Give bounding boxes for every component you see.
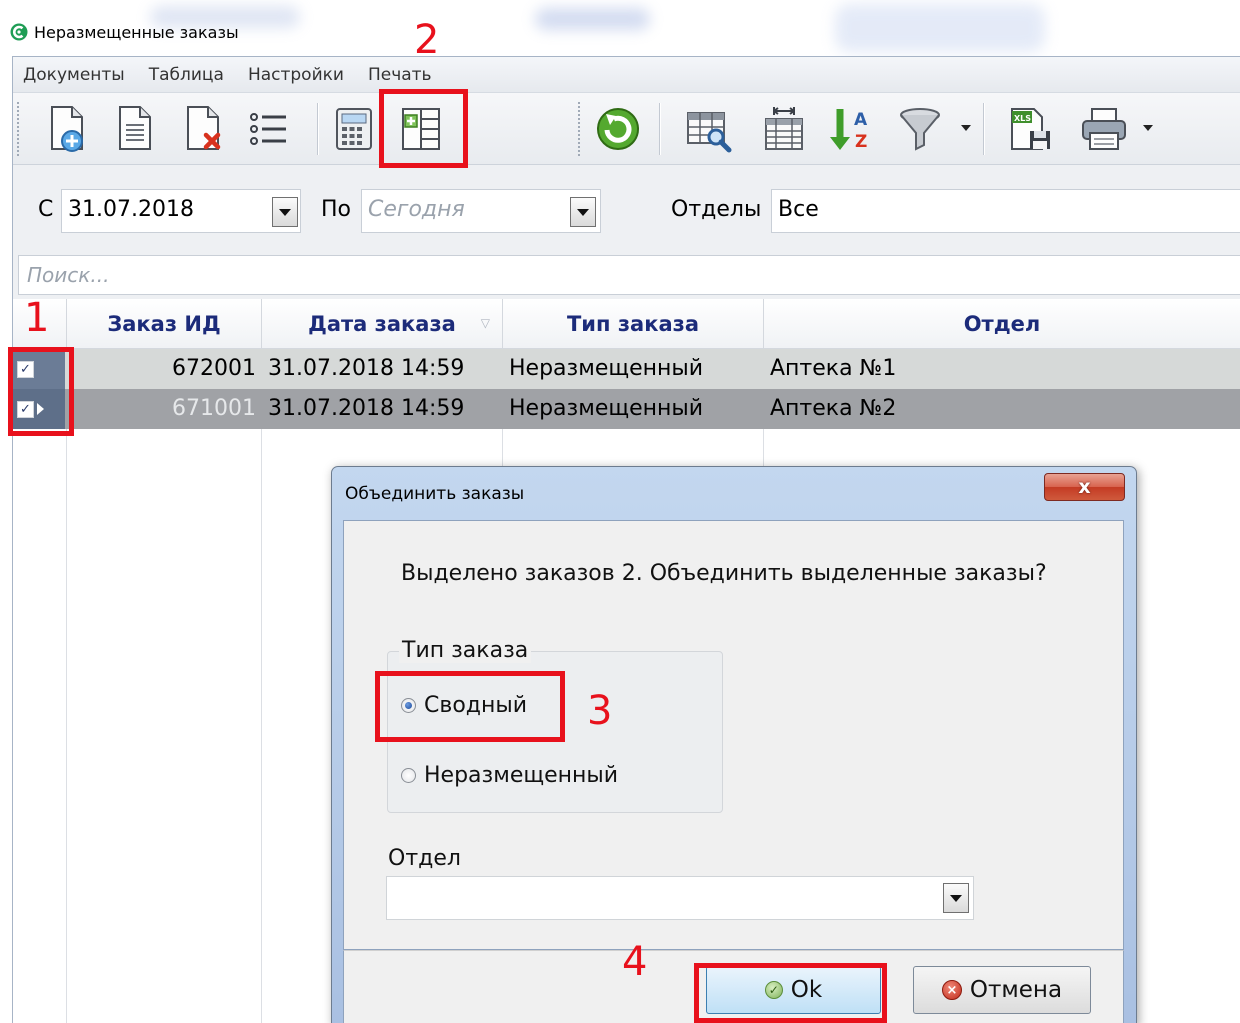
print-icon xyxy=(1082,108,1126,150)
cancel-icon: × xyxy=(941,980,962,1000)
dialog-title: Объединить заказы xyxy=(345,484,525,504)
annotation-number-4: 4 xyxy=(622,939,648,985)
order-type-group-label: Тип заказа xyxy=(399,638,532,663)
new-document-button[interactable] xyxy=(39,99,97,159)
delete-document-button[interactable] xyxy=(175,99,233,159)
date-from-field[interactable]: 31.07.2018 xyxy=(61,189,301,233)
background-blur xyxy=(835,4,1045,52)
departments-label: Отделы xyxy=(671,197,762,222)
column-width-button[interactable] xyxy=(755,99,813,159)
svg-text:Z: Z xyxy=(855,132,867,152)
order-id-cell: 671001 xyxy=(172,396,256,421)
date-to-field[interactable]: Сегодня xyxy=(361,189,601,233)
svg-text:A: A xyxy=(854,110,868,130)
background-blur xyxy=(535,8,650,30)
sort-az-icon: A Z xyxy=(830,109,868,152)
date-to-label: По xyxy=(321,197,352,222)
new-document-icon xyxy=(51,106,83,152)
calculator-button[interactable] xyxy=(325,99,383,159)
annotation-number-1: 1 xyxy=(24,295,50,341)
department-label: Отдел xyxy=(388,846,461,871)
date-from-dropdown[interactable] xyxy=(272,197,298,227)
toolbar-grip[interactable] xyxy=(16,101,20,157)
column-header-department[interactable]: Отдел xyxy=(764,299,1240,349)
export-xls-button[interactable]: XLS xyxy=(1001,99,1059,159)
filter-dropdown-icon[interactable] xyxy=(961,123,971,133)
toolbar-grip[interactable] xyxy=(577,101,581,157)
order-date-cell: 31.07.2018 14:59 xyxy=(268,396,465,421)
title-bar: Неразмещенные заказы xyxy=(10,18,239,46)
column-header-label: Отдел xyxy=(963,311,1041,336)
departments-field[interactable]: Все xyxy=(771,189,1240,233)
annotation-box-1 xyxy=(8,347,74,436)
column-header-label: Дата заказа xyxy=(308,311,456,336)
radio-option-unplaced[interactable]: Неразмещенный xyxy=(401,763,618,788)
column-header-order-date[interactable]: Дата заказа ▽ xyxy=(262,299,503,349)
menu-settings[interactable]: Настройки xyxy=(248,65,344,85)
title-area: Неразмещенные заказы xyxy=(0,0,1240,56)
radio-label: Неразмещенный xyxy=(424,763,619,788)
window-title: Неразмещенные заказы xyxy=(34,22,239,42)
column-header-label: Заказ ИД xyxy=(107,311,221,336)
close-button[interactable]: x xyxy=(1044,473,1125,501)
calculator-icon xyxy=(336,108,372,150)
export-xls-icon: XLS xyxy=(1011,108,1050,150)
department-select[interactable] xyxy=(386,876,974,920)
annotation-number-3: 3 xyxy=(587,688,613,734)
annotation-box-3 xyxy=(375,671,565,742)
filter-bar: С 31.07.2018 По Сегодня Отделы Все xyxy=(13,165,1240,243)
toolbar-separator xyxy=(659,103,661,155)
menu-table[interactable]: Таблица xyxy=(149,65,224,85)
search-input[interactable]: Поиск... xyxy=(18,255,1240,295)
delete-document-icon xyxy=(187,106,221,150)
cancel-button-label: Отмена xyxy=(969,977,1063,1003)
toolbar-separator xyxy=(317,103,319,155)
order-date-cell: 31.07.2018 14:59 xyxy=(268,356,465,381)
table-row[interactable]: ✓ 672001 31.07.2018 14:59 Неразмещенный … xyxy=(13,349,1240,389)
refresh-button[interactable] xyxy=(589,99,647,159)
list-icon xyxy=(250,113,286,145)
column-header-label: Тип заказа xyxy=(566,311,700,336)
menu-bar: Документы Таблица Настройки Печать xyxy=(13,57,1240,92)
list-button[interactable] xyxy=(239,99,297,159)
department-cell: Аптека №1 xyxy=(770,356,897,381)
department-dropdown[interactable] xyxy=(943,883,969,913)
document-icon xyxy=(119,106,151,150)
radio-button[interactable] xyxy=(401,768,416,783)
menu-print[interactable]: Печать xyxy=(368,65,432,85)
column-header-order-type[interactable]: Тип заказа xyxy=(503,299,764,349)
order-type-cell: Неразмещенный xyxy=(509,396,704,421)
toolbar: A Z XLS xyxy=(13,92,1240,165)
merge-orders-dialog: Объединить заказы x Выделено заказов 2. … xyxy=(331,466,1137,1023)
print-button[interactable] xyxy=(1075,99,1133,159)
filter-button[interactable] xyxy=(891,99,949,159)
table-row[interactable]: ✓ 671001 31.07.2018 14:59 Неразмещенный … xyxy=(13,389,1240,429)
date-from-label: С xyxy=(38,197,54,222)
table-search-icon xyxy=(687,112,732,153)
annotation-number-2: 2 xyxy=(414,17,440,63)
menu-documents[interactable]: Документы xyxy=(23,65,125,85)
xls-label: XLS xyxy=(1014,114,1031,123)
column-header-order-id[interactable]: Заказ ИД xyxy=(67,299,262,349)
annotation-box-2 xyxy=(379,89,468,168)
date-to-dropdown[interactable] xyxy=(570,197,596,227)
dialog-message: Выделено заказов 2. Объединить выделенны… xyxy=(401,561,1047,586)
close-icon: x xyxy=(1078,476,1091,498)
annotation-box-4 xyxy=(694,963,887,1023)
order-type-cell: Неразмещенный xyxy=(509,356,704,381)
sort-button[interactable]: A Z xyxy=(821,99,879,159)
app-logo-icon xyxy=(10,23,28,41)
sort-indicator-icon: ▽ xyxy=(480,316,490,330)
open-document-button[interactable] xyxy=(107,99,165,159)
order-id-cell: 672001 xyxy=(172,356,256,381)
department-cell: Аптека №2 xyxy=(770,396,897,421)
column-width-icon xyxy=(765,107,803,150)
toolbar-separator xyxy=(983,103,985,155)
print-dropdown-icon[interactable] xyxy=(1143,123,1153,133)
refresh-icon xyxy=(597,108,639,150)
filter-icon xyxy=(900,108,940,151)
table-search-button[interactable] xyxy=(679,99,737,159)
cancel-button[interactable]: × Отмена xyxy=(913,966,1091,1014)
